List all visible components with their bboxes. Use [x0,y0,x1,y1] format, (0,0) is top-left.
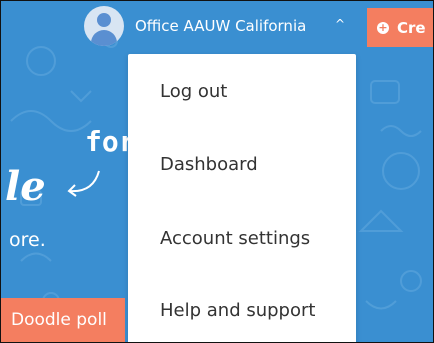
menu-item-log-out[interactable]: Log out [160,81,227,102]
chevron-up-icon[interactable]: ^ [335,17,345,31]
menu-item-account-settings[interactable]: Account settings [160,228,310,249]
curved-arrow-icon [67,170,100,197]
app-frame: Office AAUW California ^ + Cre for le or… [0,0,434,343]
menu-item-help-and-support[interactable]: Help and support [160,300,315,321]
hero-subtitle-fragment: ore. [9,229,46,251]
plus-circle-icon: + [377,20,389,34]
doodle-poll-button[interactable]: Doodle poll [1,298,125,342]
hero-title-fragment: le [5,163,46,210]
top-header: Office AAUW California ^ + Cre [1,1,433,57]
menu-item-dashboard[interactable]: Dashboard [160,154,258,175]
user-dropdown-menu: Log out Dashboard Account settings Help … [128,54,356,342]
create-button-label: Cre [397,18,426,37]
user-name[interactable]: Office AAUW California [135,17,306,35]
create-button[interactable]: + Cre [367,8,433,47]
avatar-icon[interactable] [84,6,124,46]
doodle-poll-label: Doodle poll [11,310,107,330]
